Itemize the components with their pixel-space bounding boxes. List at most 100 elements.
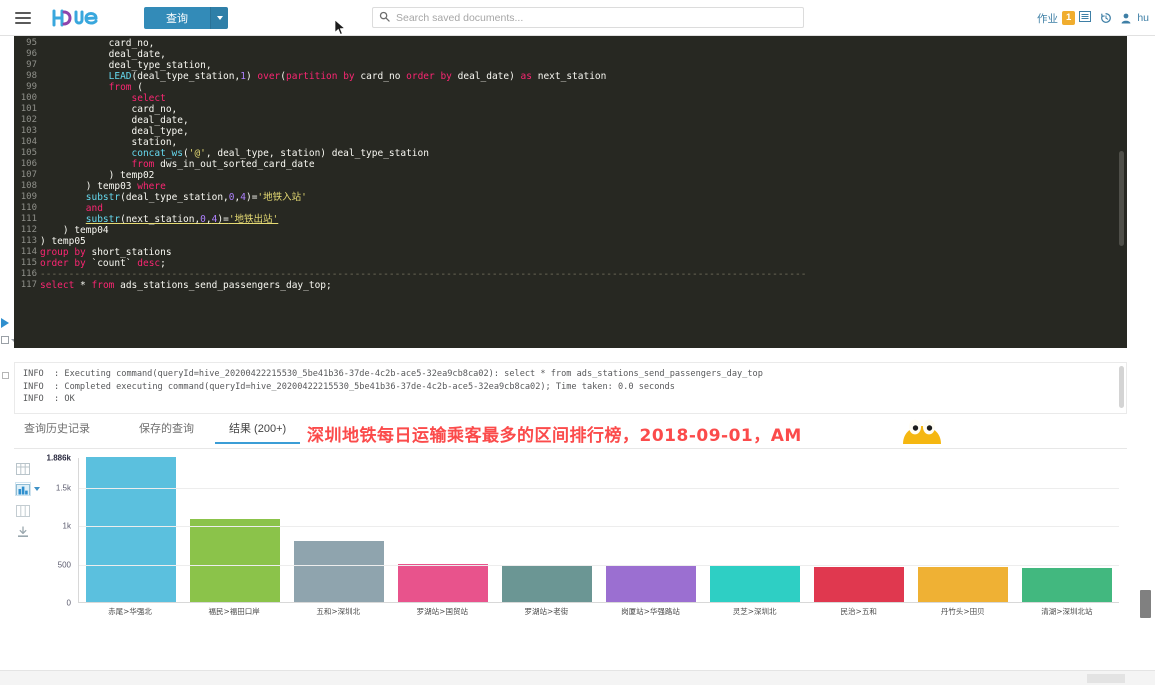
tab-1[interactable]: 保存的查询 xyxy=(139,420,194,444)
jobs-link[interactable]: 作业 1 xyxy=(1037,11,1091,26)
x-axis-line xyxy=(79,602,1119,603)
code-line[interactable]: select * from ads_stations_send_passenge… xyxy=(40,280,1127,291)
x-axis-label: 五和>深圳北 xyxy=(286,606,390,617)
log-lines-container: INFO : Executing command(queryId=hive_20… xyxy=(23,368,1118,406)
code-line[interactable]: group by short_stations xyxy=(40,247,1127,258)
bar-cell xyxy=(911,458,1015,602)
bar-chart-icon[interactable] xyxy=(16,483,30,495)
line-number: 97 xyxy=(14,60,40,71)
line-number: 115 xyxy=(14,258,40,269)
code-line[interactable]: ) temp03 where xyxy=(40,181,1127,192)
x-axis-label: 罗湖站>老街 xyxy=(494,606,598,617)
user-menu[interactable]: hu xyxy=(1121,12,1149,24)
line-number: 99 xyxy=(14,82,40,93)
bar-cell xyxy=(287,458,391,602)
query-dropdown-toggle[interactable] xyxy=(210,7,228,29)
line-number: 100 xyxy=(14,93,40,104)
code-line[interactable]: substr(deal_type_station,0,4)='地铁入站' xyxy=(40,192,1127,203)
tab-2[interactable]: 结果 (200+) xyxy=(229,420,286,444)
bar-cell xyxy=(599,458,703,602)
editor-resize-handle[interactable] xyxy=(0,369,14,383)
column-view-icon[interactable] xyxy=(16,504,30,516)
bar-cell xyxy=(391,458,495,602)
hue-logo[interactable] xyxy=(52,0,110,36)
code-line[interactable]: concat_ws('@', deal_type, station) deal_… xyxy=(40,148,1127,159)
bar[interactable] xyxy=(294,541,383,603)
line-number: 117 xyxy=(14,280,40,291)
code-line[interactable]: deal_type_station, xyxy=(40,60,1127,71)
log-scrollbar-thumb[interactable] xyxy=(1119,366,1124,408)
code-line[interactable]: select xyxy=(40,93,1127,104)
code-line[interactable]: deal_type, xyxy=(40,126,1127,137)
chart-type-toolbar xyxy=(16,462,42,546)
code-line[interactable]: deal_date, xyxy=(40,115,1127,126)
jobs-count-badge: 1 xyxy=(1062,11,1075,25)
chevron-down-icon[interactable] xyxy=(34,487,40,491)
query-log-panel[interactable]: INFO : Executing command(queryId=hive_20… xyxy=(14,362,1127,414)
history-icon[interactable] xyxy=(1100,12,1112,24)
blob-emoji-icon xyxy=(901,410,943,446)
bar[interactable] xyxy=(398,564,487,602)
bottom-status-strip xyxy=(0,670,1155,685)
line-number: 105 xyxy=(14,148,40,159)
x-axis-labels: 赤尾>华强北福民>福田口岸五和>深圳北罗湖站>国贸站罗湖站>老街岗厦站>华强路站… xyxy=(78,606,1119,617)
tab-underline-divider xyxy=(14,448,1127,449)
search-bar[interactable] xyxy=(372,7,804,28)
code-line[interactable]: card_no, xyxy=(40,104,1127,115)
line-number: 98 xyxy=(14,71,40,82)
line-number: 111 xyxy=(14,214,40,225)
tab-0[interactable]: 查询历史记录 xyxy=(24,420,90,444)
hamburger-menu-icon[interactable] xyxy=(6,12,40,24)
code-line[interactable]: from ( xyxy=(40,82,1127,93)
code-line[interactable]: ) temp02 xyxy=(40,170,1127,181)
results-scrollbar-thumb[interactable] xyxy=(1140,590,1151,618)
x-axis-label: 丹竹头>田贝 xyxy=(911,606,1015,617)
bar[interactable] xyxy=(814,567,903,602)
search-input[interactable] xyxy=(396,12,797,24)
query-button-label: 查询 xyxy=(144,7,210,29)
line-number: 106 xyxy=(14,159,40,170)
code-line[interactable]: and xyxy=(40,203,1127,214)
download-icon[interactable] xyxy=(16,525,30,537)
code-line[interactable]: station, xyxy=(40,137,1127,148)
code-editor[interactable]: 9596979899100101102103104105106107108109… xyxy=(14,36,1127,348)
hue-editor-app: 查询 作业 1 hu xyxy=(0,0,1155,685)
code-line[interactable]: ----------------------------------------… xyxy=(40,269,1127,280)
bar[interactable] xyxy=(710,566,799,602)
editor-settings-icon[interactable] xyxy=(1,336,9,344)
bar[interactable] xyxy=(606,566,695,602)
code-line[interactable]: order by `count` desc; xyxy=(40,258,1127,269)
code-line[interactable]: ) temp05 xyxy=(40,236,1127,247)
line-number-gutter: 9596979899100101102103104105106107108109… xyxy=(14,36,40,348)
x-axis-label: 福民>福田口岸 xyxy=(182,606,286,617)
bar[interactable] xyxy=(1022,568,1111,602)
x-axis-label: 罗湖站>国贸站 xyxy=(390,606,494,617)
code-content[interactable]: card_no, deal_date, deal_type_station, L… xyxy=(40,36,1127,291)
code-line[interactable]: deal_date, xyxy=(40,49,1127,60)
bar[interactable] xyxy=(502,565,591,602)
line-number: 96 xyxy=(14,49,40,60)
editor-scrollbar-thumb[interactable] xyxy=(1119,151,1124,246)
code-line[interactable]: ) temp04 xyxy=(40,225,1127,236)
bar-cell xyxy=(703,458,807,602)
y-axis: 1.886k05001k1.5k xyxy=(44,458,76,603)
log-line: INFO : OK xyxy=(23,393,1118,406)
line-number: 116 xyxy=(14,269,40,280)
code-line[interactable]: substr(next_station,0,4)='地铁出站' xyxy=(40,214,1127,225)
bar[interactable] xyxy=(918,567,1007,602)
editor-left-gutter xyxy=(0,36,14,348)
grid-view-icon[interactable] xyxy=(16,462,30,474)
run-query-icon[interactable] xyxy=(1,318,9,328)
mouse-cursor xyxy=(334,19,346,41)
line-number: 104 xyxy=(14,137,40,148)
bar[interactable] xyxy=(86,457,175,602)
bar-cell xyxy=(807,458,911,602)
code-line[interactable]: LEAD(deal_type_station,1) over(partition… xyxy=(40,71,1127,82)
nav-right-actions: 作业 1 hu xyxy=(1037,0,1149,36)
code-line[interactable]: card_no, xyxy=(40,38,1127,49)
code-line[interactable]: from dws_in_out_sorted_card_date xyxy=(40,159,1127,170)
query-button[interactable]: 查询 xyxy=(144,7,228,29)
bar[interactable] xyxy=(190,519,279,602)
y-tick-label: 1.5k xyxy=(56,483,71,492)
chevron-down-icon xyxy=(217,16,223,20)
